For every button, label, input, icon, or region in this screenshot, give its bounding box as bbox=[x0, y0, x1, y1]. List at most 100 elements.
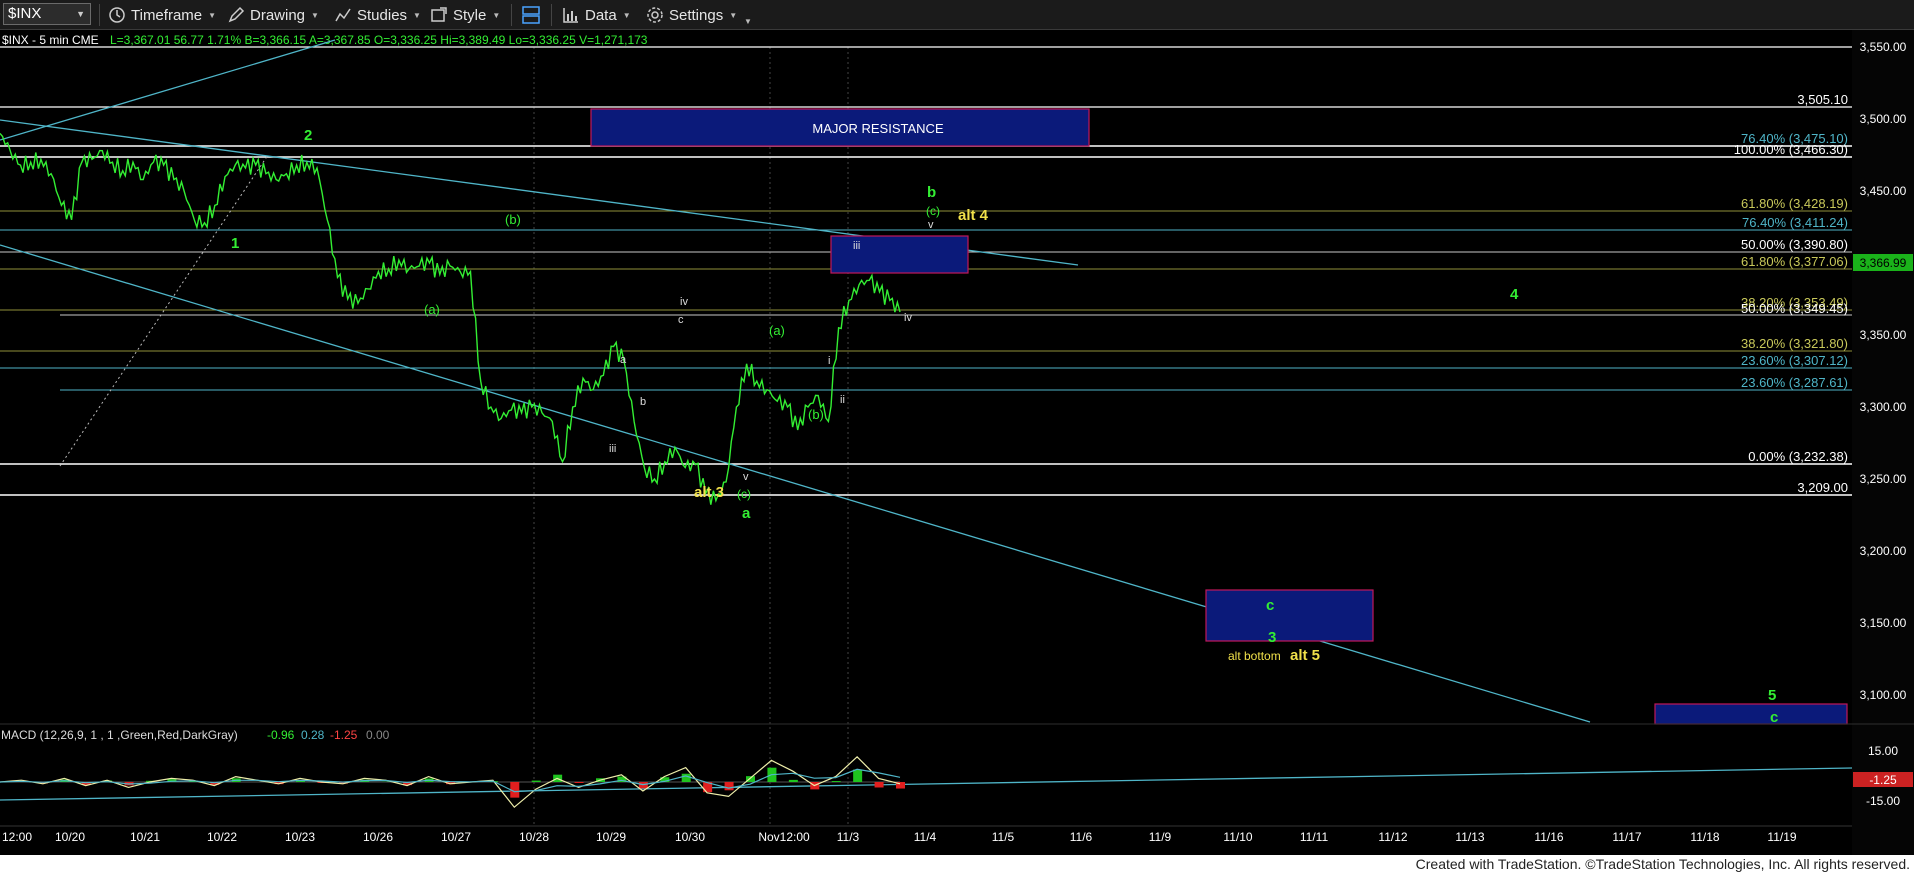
style-label: Style bbox=[453, 6, 487, 24]
price-chart[interactable]: $INX - 5 min CME L=3,367.01 56.77 1.71% … bbox=[0, 30, 1914, 855]
wave-label: v bbox=[928, 219, 934, 231]
wave-label: (b) bbox=[808, 407, 824, 422]
wave-label: 5 bbox=[1768, 687, 1776, 704]
fib-label: 0.00% (3,232.38) bbox=[1748, 449, 1848, 464]
wave-label: 2 bbox=[304, 127, 312, 144]
price-tick-label: 3,350.00 bbox=[1860, 328, 1907, 342]
pencil-icon bbox=[228, 6, 245, 23]
toolbar-separator bbox=[511, 4, 512, 26]
major-resistance-label: MAJOR RESISTANCE bbox=[812, 121, 944, 136]
date-tick-label: 10/22 bbox=[207, 830, 237, 844]
price-tick-label: 3,100.00 bbox=[1860, 688, 1907, 702]
fib-label: 100.00% (3,466.30) bbox=[1734, 142, 1848, 157]
price-axis-panel bbox=[1852, 30, 1914, 855]
toolbar-separator bbox=[99, 4, 100, 26]
date-tick-label: 10/30 bbox=[675, 830, 705, 844]
wave-label: b bbox=[640, 396, 646, 408]
macd-bar bbox=[574, 782, 584, 784]
fib-label: 50.00% (3,349.45) bbox=[1741, 301, 1848, 316]
settings-button[interactable]: Settings ▼ bbox=[646, 4, 737, 26]
date-tick-label: 10/21 bbox=[130, 830, 160, 844]
macd-value: 0.00 bbox=[366, 728, 390, 742]
wave-label: (c) bbox=[737, 487, 751, 501]
toolbar: $INX ▼ Timeframe ▼ Drawing ▼ Studies ▼ Style… bbox=[0, 0, 1914, 30]
wave-label: c bbox=[678, 314, 684, 326]
studies-icon bbox=[335, 8, 351, 22]
date-tick-label: 11/13 bbox=[1455, 830, 1484, 844]
timeframe-label: Timeframe bbox=[131, 6, 203, 24]
price-tick-label: 3,550.00 bbox=[1860, 40, 1907, 54]
date-tick-label: 10/23 bbox=[285, 830, 315, 844]
wave-label: (b) bbox=[505, 212, 521, 227]
price-tick-label: 3,300.00 bbox=[1860, 400, 1907, 414]
date-tick-label: 11/9 bbox=[1149, 830, 1172, 844]
fib-label: 61.80% (3,377.06) bbox=[1741, 254, 1848, 269]
last-price-value: 3,366.99 bbox=[1860, 256, 1907, 270]
wave-label: iv bbox=[680, 296, 688, 308]
wave-label: ii bbox=[840, 394, 845, 406]
target-box-iii bbox=[830, 235, 969, 274]
drawing-button[interactable]: Drawing ▼ bbox=[227, 4, 319, 26]
data-label: Data bbox=[585, 6, 617, 24]
toolbar-separator bbox=[551, 4, 552, 26]
wave-label: alt 5 bbox=[1290, 647, 1320, 664]
macd-value: 0.28 bbox=[301, 728, 325, 742]
price-tick-label: 3,250.00 bbox=[1860, 472, 1907, 486]
target-box-c bbox=[1205, 589, 1374, 642]
date-tick-label: 11/18 bbox=[1690, 830, 1719, 844]
date-tick-label: 11/11 bbox=[1300, 830, 1329, 844]
wave-label: alt 3 bbox=[694, 484, 724, 501]
macd-bar bbox=[681, 773, 691, 782]
timeframe-button[interactable]: Timeframe ▼ bbox=[108, 4, 216, 26]
macd-bar bbox=[788, 779, 798, 782]
layout-button[interactable] bbox=[521, 4, 541, 26]
wave-label: 4 bbox=[1510, 286, 1519, 303]
toolbar-overflow-icon[interactable]: ▼ bbox=[744, 10, 752, 32]
footer: Created with TradeStation. ©TradeStation… bbox=[0, 855, 1914, 873]
fib-label: 38.20% (3,321.80) bbox=[1741, 336, 1848, 351]
wave-label: c bbox=[1266, 597, 1274, 614]
macd-bar bbox=[831, 781, 841, 782]
gear-icon bbox=[647, 7, 663, 23]
caret-icon: ▼ bbox=[492, 10, 501, 20]
date-tick-label: 11/5 bbox=[992, 830, 1015, 844]
fib-label: 50.00% (3,390.80) bbox=[1741, 237, 1848, 252]
date-tick-label: 12:00 bbox=[2, 830, 32, 844]
wave-label: (a) bbox=[424, 302, 440, 317]
price-tick-label: 3,200.00 bbox=[1860, 544, 1907, 558]
macd-current-value: -1.25 bbox=[1869, 773, 1897, 787]
date-tick-label: 11/16 bbox=[1534, 830, 1563, 844]
macd-bar bbox=[853, 769, 863, 782]
wave-label: v bbox=[743, 471, 749, 483]
style-button[interactable]: Style ▼ bbox=[430, 4, 500, 26]
wave-label: 3 bbox=[1268, 629, 1276, 646]
date-tick-label: 11/19 bbox=[1767, 830, 1796, 844]
wave-label: iii bbox=[853, 240, 860, 252]
wave-label: alt 4 bbox=[958, 207, 989, 224]
fib-label: 3,209.00 bbox=[1797, 480, 1848, 495]
date-tick-label: 10/26 bbox=[363, 830, 393, 844]
macd-value: -0.96 bbox=[267, 728, 295, 742]
wave-label: (a) bbox=[769, 323, 785, 338]
price-tick-label: 3,500.00 bbox=[1860, 112, 1907, 126]
header-quote: L=3,367.01 56.77 1.71% B=3,366.15 A=3,36… bbox=[110, 33, 648, 47]
wave-label: c bbox=[1770, 709, 1778, 726]
date-tick-label: 11/17 bbox=[1612, 830, 1641, 844]
date-tick-label: 10/20 bbox=[55, 830, 85, 844]
date-tick-label: Nov12:00 bbox=[758, 830, 810, 844]
fib-label: 76.40% (3,411.24) bbox=[1742, 215, 1848, 230]
studies-label: Studies bbox=[357, 6, 408, 24]
caret-icon: ▼ bbox=[622, 10, 631, 20]
wave-label: iv bbox=[904, 312, 912, 324]
data-button[interactable]: Data ▼ bbox=[562, 4, 631, 26]
target-box-5 bbox=[1654, 703, 1848, 725]
macd-bar bbox=[874, 782, 884, 788]
symbol-selector[interactable]: $INX ▼ bbox=[3, 3, 91, 25]
wave-label: (c) bbox=[926, 204, 940, 218]
fib-label: 61.80% (3,428.19) bbox=[1741, 196, 1848, 211]
studies-button[interactable]: Studies ▼ bbox=[334, 4, 421, 26]
fib-label: 3,505.10 bbox=[1797, 92, 1848, 107]
caret-icon: ▼ bbox=[311, 10, 319, 20]
macd-tick: -15.00 bbox=[1866, 794, 1900, 808]
date-tick-label: 11/3 bbox=[837, 830, 860, 844]
